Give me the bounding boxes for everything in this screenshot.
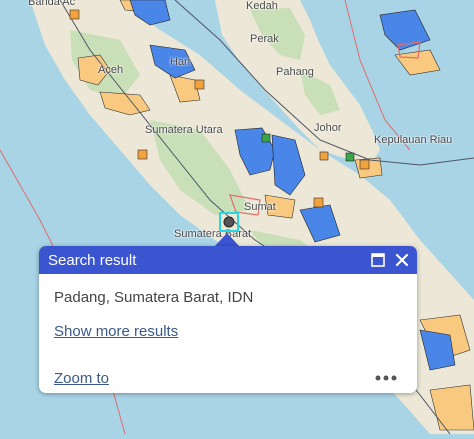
map-label-banda-aceh: Banda Ac — [28, 0, 76, 8]
map-label-sumatera-utara: Sumatera Utara — [145, 124, 223, 136]
map-label-pahang: Pahang — [276, 66, 314, 78]
popup-body: Padang, Sumatera Barat, IDN Show more re… — [39, 274, 417, 341]
close-button[interactable] — [390, 246, 414, 274]
more-options-button[interactable] — [370, 369, 402, 387]
popup-header: Search result — [39, 246, 417, 274]
map-label-medan: Han — [170, 56, 191, 68]
popup-title: Search result — [48, 251, 137, 269]
location-marker-icon[interactable] — [219, 212, 239, 232]
close-icon — [395, 253, 409, 267]
map-label-aceh: Aceh — [98, 64, 124, 76]
result-address: Padang, Sumatera Barat, IDN — [54, 289, 254, 306]
zoom-to-link[interactable]: Zoom to — [54, 370, 109, 387]
map-label-perak: Perak — [250, 33, 279, 45]
map-label-kedah: Kedah — [246, 0, 278, 12]
map-label-johor: Johor — [314, 122, 342, 134]
map-label-sumat: Sumat — [244, 201, 276, 213]
search-result-popup: Search result Padang, Sumatera Barat, ID… — [39, 246, 417, 393]
map-label-kepulauan-riau: Kepulauan Riau — [374, 134, 453, 146]
popup-pointer — [214, 233, 240, 247]
show-more-results-link[interactable]: Show more results — [54, 323, 178, 340]
more-options-icon — [375, 375, 397, 381]
maximize-icon — [371, 253, 385, 267]
maximize-button[interactable] — [366, 246, 390, 274]
popup-footer: Zoom to — [54, 369, 402, 387]
